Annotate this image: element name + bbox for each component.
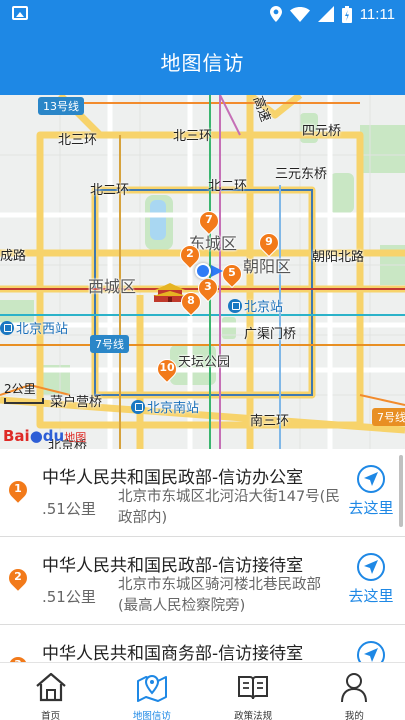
map-label-south-3rd: 南三环 bbox=[250, 414, 290, 429]
list-item[interactable]: 2 中华人民共和国民政部-信访接待室 .51公里 北京市东城区骑河楼北巷民政部(… bbox=[0, 537, 405, 625]
location-icon bbox=[269, 6, 282, 22]
office-distance: .51公里 bbox=[42, 588, 96, 606]
map-pin-icon bbox=[136, 675, 167, 702]
tab-mine[interactable]: 我的 bbox=[304, 663, 405, 720]
map-label-guangqu: 广渠门桥 bbox=[244, 327, 297, 342]
app: 11:11 地图信访 北三环 北三环 四元桥 三元东桥 北二环 北二环 南三环 … bbox=[0, 0, 405, 720]
office-address: 北京市东城区北河沿大街147号(民政部内) bbox=[118, 489, 340, 526]
map-scale-label: 2公里 bbox=[4, 382, 36, 396]
status-bar: 11:11 bbox=[0, 0, 405, 27]
list-item[interactable]: 1 中华人民共和国民政部-信访办公室 .51公里 北京市东城区北河沿大街147号… bbox=[0, 449, 405, 537]
station-beijing-south-label: 北京南站 bbox=[147, 401, 200, 416]
title-bar: 地图信访 bbox=[0, 27, 405, 95]
map-marker-7[interactable]: 7 bbox=[194, 206, 224, 237]
index-marker-icon: 2 bbox=[5, 565, 31, 591]
home-icon bbox=[35, 672, 66, 702]
line-7b-badge: 7号线 bbox=[372, 408, 405, 426]
office-name: 中华人民共和国商务部-信访接待室 bbox=[42, 644, 304, 662]
map-marker-5[interactable]: 5 bbox=[217, 259, 247, 290]
navigate-arrow-icon bbox=[357, 465, 385, 493]
tab-map-label: 地图信访 bbox=[132, 711, 171, 720]
baidu-map-logo: Bai●du地图 bbox=[3, 427, 87, 445]
office-distance: .51公里 bbox=[42, 500, 96, 518]
signal-icon bbox=[317, 6, 334, 22]
heading-arrow-icon bbox=[211, 265, 223, 277]
map-label-north-2nd-right: 北二环 bbox=[208, 179, 248, 194]
map-label-caihu: 菜户营桥 bbox=[50, 395, 103, 410]
user-icon bbox=[341, 673, 368, 703]
station-beijing[interactable]: 北京站 bbox=[228, 296, 283, 315]
map-marker-8[interactable]: 8 bbox=[176, 287, 206, 318]
index-marker-icon: 1 bbox=[5, 477, 31, 503]
map-marker-9[interactable]: 9 bbox=[254, 228, 284, 259]
tab-home-label: 首页 bbox=[41, 711, 61, 720]
navigate-button[interactable]: 去这里 bbox=[344, 465, 398, 518]
image-notification-icon bbox=[12, 6, 28, 20]
tab-policy[interactable]: 政策法规 bbox=[203, 663, 304, 720]
subway-station-icon bbox=[131, 400, 145, 414]
navigate-arrow-icon bbox=[357, 641, 385, 662]
map-label-xicheng: 西城区 bbox=[88, 277, 137, 296]
line-13-badge: 13号线 bbox=[38, 97, 84, 115]
subway-station-icon bbox=[228, 299, 242, 313]
clock: 11:11 bbox=[359, 5, 395, 23]
office-list[interactable]: 1 中华人民共和国民政部-信访办公室 .51公里 北京市东城区北河沿大街147号… bbox=[0, 449, 405, 662]
book-icon bbox=[238, 676, 269, 700]
map-label-north-3rd-left: 北三环 bbox=[58, 133, 98, 148]
office-name: 中华人民共和国民政部-信访接待室 bbox=[42, 556, 304, 576]
tab-policy-label: 政策法规 bbox=[234, 711, 273, 720]
paw-icon: ● bbox=[29, 427, 43, 445]
station-beijing-label: 北京站 bbox=[244, 300, 284, 315]
navigate-label: 去这里 bbox=[348, 587, 394, 605]
station-beijing-south[interactable]: 北京南站 bbox=[131, 397, 199, 416]
tab-map[interactable]: 地图信访 bbox=[101, 663, 202, 720]
map-scale: 2公里 bbox=[4, 380, 44, 404]
subway-station-icon bbox=[0, 321, 14, 335]
list-item[interactable]: 3 中华人民共和国商务部-信访接待室 bbox=[0, 625, 405, 662]
map-label-north-2nd-left: 北二环 bbox=[90, 183, 130, 198]
wifi-icon bbox=[289, 6, 310, 22]
tab-mine-label: 我的 bbox=[344, 711, 364, 720]
office-name: 中华人民共和国民政部-信访办公室 bbox=[42, 468, 304, 488]
navigate-button[interactable]: 去这里 bbox=[344, 553, 398, 606]
navigate-button[interactable] bbox=[344, 641, 398, 662]
page-title: 地图信访 bbox=[160, 51, 245, 75]
list-scrollbar[interactable] bbox=[399, 455, 403, 527]
map-view[interactable]: 北三环 北三环 四元桥 三元东桥 北二环 北二环 南三环 高速 成路 朝阳北路 … bbox=[0, 95, 405, 449]
system-icons: 11:11 bbox=[269, 4, 395, 24]
station-beijing-west[interactable]: 北京西站 bbox=[0, 318, 68, 337]
office-address: 北京市东城区骑河楼北巷民政部(最高人民检察院旁) bbox=[118, 577, 321, 614]
map-label-north-3rd-right: 北三环 bbox=[173, 129, 213, 144]
map-label-siyuan: 四元桥 bbox=[302, 124, 342, 139]
battery-icon bbox=[341, 5, 352, 23]
line-7-badge: 7号线 bbox=[90, 335, 129, 353]
navigate-arrow-icon bbox=[357, 553, 385, 581]
map-marker-10[interactable]: 10 bbox=[152, 354, 182, 385]
station-beijing-west-label: 北京西站 bbox=[16, 322, 69, 337]
map-label-tiantan: 天坛公园 bbox=[178, 355, 231, 370]
map-label-chaoyang-north: 朝阳北路 bbox=[312, 250, 365, 265]
tab-home[interactable]: 首页 bbox=[0, 663, 101, 720]
map-label-chenglu: 成路 bbox=[0, 249, 27, 264]
bottom-nav: 首页 地图信访 政策法规 我的 bbox=[0, 662, 405, 720]
map-label-sanyuan-east: 三元东桥 bbox=[275, 167, 328, 182]
navigate-label: 去这里 bbox=[348, 499, 394, 517]
current-location-icon bbox=[195, 263, 211, 279]
